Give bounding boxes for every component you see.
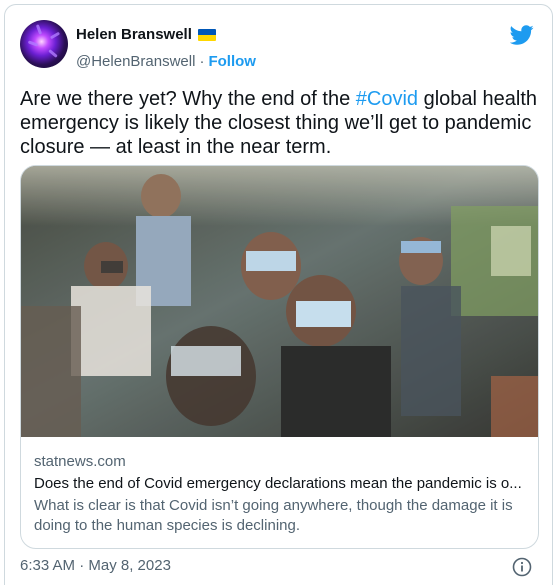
author-handle[interactable]: @HelenBranswell (76, 53, 195, 70)
separator-dot: · (199, 53, 205, 70)
tweet-text-part: Are we there yet? Why the end of the (20, 88, 356, 110)
follow-button[interactable]: Follow (208, 53, 256, 70)
tweet-timestamp[interactable]: 6:33 AM · May 8, 2023 (20, 557, 171, 574)
author-display-name[interactable]: Helen Branswell (76, 26, 192, 43)
hashtag-link[interactable]: #Covid (356, 88, 418, 110)
article-image[interactable] (21, 166, 539, 437)
link-description: What is clear is that Covid isn’t going … (34, 497, 513, 534)
avatar[interactable] (20, 20, 68, 68)
ukraine-flag-icon (197, 28, 216, 41)
info-icon[interactable] (512, 557, 532, 577)
twitter-bird-icon[interactable] (510, 23, 534, 47)
link-preview-card[interactable]: statnews.com Does the end of Covid emerg… (20, 165, 539, 549)
tweet-embed[interactable]: Helen Branswell @HelenBranswell · Follow… (4, 4, 553, 585)
link-title[interactable]: Does the end of Covid emergency declarat… (34, 474, 527, 494)
link-domain: statnews.com (34, 453, 126, 470)
tweet-text: Are we there yet? Why the end of the #Co… (20, 87, 540, 159)
